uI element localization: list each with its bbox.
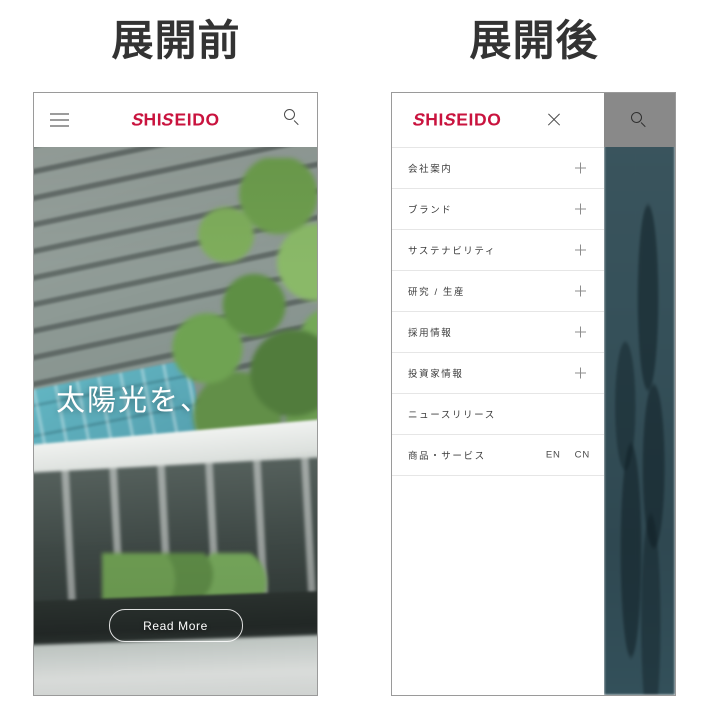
menu-item-label: ニュースリリース	[408, 410, 496, 421]
language-switcher: EN CN	[546, 450, 590, 461]
language-link-cn[interactable]: CN	[575, 450, 590, 461]
right-search-button[interactable]	[604, 93, 675, 147]
shiseido-logo[interactable]: SHISEIDO	[411, 109, 501, 129]
plus-icon	[575, 162, 586, 174]
comparison-stage: 展開前 展開後 SHISEIDO 太陽光を、 Read More SHISEID…	[0, 0, 710, 710]
hero-banner: 太陽光を、 Read More	[34, 147, 317, 695]
search-icon	[631, 111, 648, 129]
hero-headline: 太陽光を、	[56, 385, 212, 417]
menu-item-news-release[interactable]: ニュースリリース	[392, 393, 604, 434]
close-icon[interactable]	[546, 112, 562, 128]
menu-item-label: サステナビリティ	[408, 246, 497, 257]
plus-icon	[575, 285, 586, 297]
phone-mockup-collapsed: SHISEIDO 太陽光を、 Read More	[33, 92, 318, 696]
menu-panel: SHISEIDO 会社案内 ブランド サステナビリティ 研究 / 生産 採用情報…	[392, 93, 604, 695]
plus-icon	[575, 203, 586, 215]
plus-icon	[575, 326, 586, 338]
menu-item-label: 投資家情報	[408, 369, 464, 380]
menu-item-research-production[interactable]: 研究 / 生産	[392, 270, 604, 311]
left-search-button[interactable]	[284, 109, 301, 131]
menu-item-label: 研究 / 生産	[408, 287, 466, 298]
menu-item-label: 商品・サービス	[408, 451, 486, 462]
menu-list: 会社案内 ブランド サステナビリティ 研究 / 生産 採用情報 投資家情報 ニュ…	[392, 147, 604, 476]
background-photo-strip	[604, 93, 675, 695]
menu-item-company[interactable]: 会社案内	[392, 147, 604, 188]
menu-item-products-services[interactable]: 商品・サービス EN CN	[392, 434, 604, 476]
hamburger-icon[interactable]	[50, 113, 69, 127]
phone-mockup-expanded: SHISEIDO 会社案内 ブランド サステナビリティ 研究 / 生産 採用情報…	[391, 92, 676, 696]
left-topbar: SHISEIDO	[34, 93, 317, 147]
shiseido-logo[interactable]: SHISEIDO	[129, 109, 219, 129]
menu-item-sustainability[interactable]: サステナビリティ	[392, 229, 604, 270]
expanded-menu-view: SHISEIDO 会社案内 ブランド サステナビリティ 研究 / 生産 採用情報…	[392, 93, 675, 695]
heading-before: 展開前	[111, 17, 241, 64]
right-topbar: SHISEIDO	[392, 93, 604, 147]
menu-item-label: 会社案内	[408, 164, 453, 175]
plus-icon	[575, 244, 586, 256]
menu-item-label: 採用情報	[408, 328, 453, 339]
read-more-button[interactable]: Read More	[108, 609, 243, 642]
language-link-en[interactable]: EN	[546, 450, 561, 461]
search-icon	[284, 109, 301, 126]
heading-after: 展開後	[469, 17, 599, 64]
menu-item-label: ブランド	[408, 205, 453, 216]
menu-item-brands[interactable]: ブランド	[392, 188, 604, 229]
menu-item-investors[interactable]: 投資家情報	[392, 352, 604, 393]
menu-item-careers[interactable]: 採用情報	[392, 311, 604, 352]
plus-icon	[575, 367, 586, 379]
